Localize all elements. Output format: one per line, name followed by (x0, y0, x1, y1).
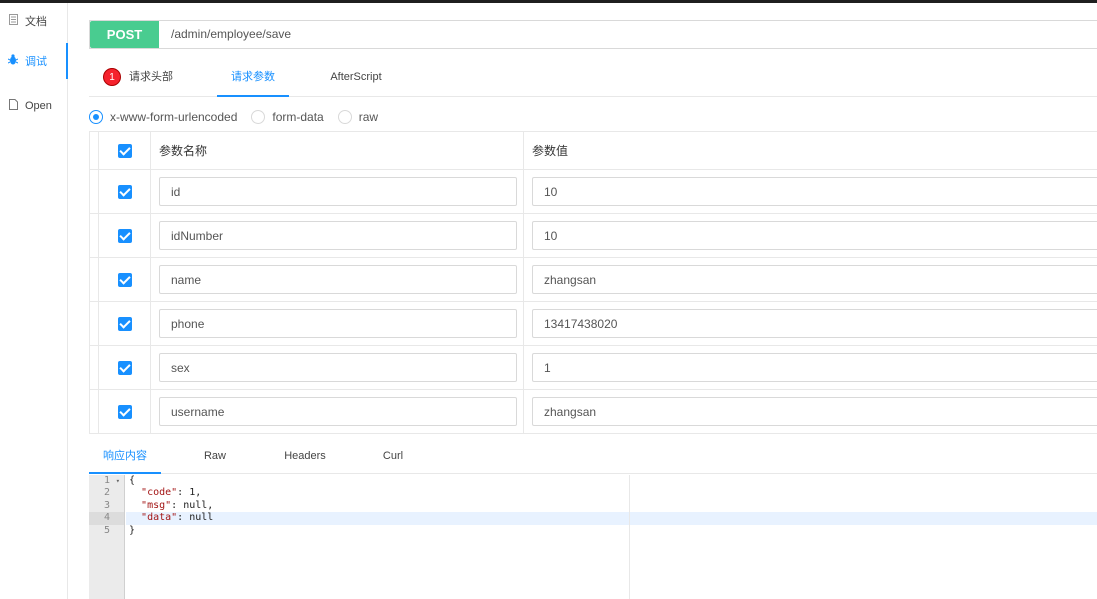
document-icon (7, 14, 19, 28)
radio-form-data[interactable]: form-data (251, 110, 324, 124)
tab-request-params[interactable]: 请求参数 (217, 57, 289, 97)
tab-label: AfterScript (330, 71, 382, 83)
nav-item-label: 文档 (25, 16, 47, 28)
code-line: "code": 1, (126, 487, 1097, 499)
json-key: "msg" (141, 499, 172, 511)
nav-item-label: 调试 (25, 56, 47, 68)
line-number: 4 (89, 512, 124, 525)
code-content: { "code": 1, "msg": null, "data": null } (126, 475, 1097, 537)
code-line: "msg": null, (126, 500, 1097, 512)
param-value-input[interactable] (532, 397, 1097, 426)
method-button[interactable]: POST (90, 21, 159, 48)
tab-afterscript[interactable]: AfterScript (321, 57, 391, 97)
param-value-input[interactable] (532, 309, 1097, 338)
tab-request-headers[interactable]: 1 请求头部 (103, 57, 203, 97)
radio-label: form-data (272, 110, 324, 124)
json-value: : 1, (177, 487, 202, 499)
radio-label: raw (358, 110, 379, 124)
line-gutter: 1 ▾ 2 3 4 5 (89, 475, 125, 599)
param-name-input[interactable] (159, 353, 517, 382)
url-input[interactable]: /admin/employee/save (159, 21, 291, 48)
param-name-input[interactable] (159, 177, 517, 206)
params-table: 参数名称 参数值 (89, 131, 1097, 434)
app-window: 文档 调试 Open POST /admin/employee/save 1 请求… (0, 3, 1097, 599)
json-key: "code" (141, 487, 178, 499)
tab-response-content[interactable]: 响应内容 (89, 439, 161, 474)
table-row (90, 213, 1097, 257)
tab-raw[interactable]: Raw (195, 439, 235, 474)
param-name-input[interactable] (159, 221, 517, 250)
response-code-editor[interactable]: 1 ▾ 2 3 4 5 { "code": 1, "msg": null, "da… (89, 475, 1097, 599)
table-row (90, 257, 1097, 301)
param-value-input[interactable] (532, 265, 1097, 294)
col-header-name: 参数名称 (150, 132, 523, 169)
table-row (90, 345, 1097, 389)
fold-arrow-icon[interactable]: ▾ (116, 475, 120, 487)
radio-dot (251, 110, 266, 124)
tab-label: 请求头部 (129, 71, 173, 83)
row-checkbox[interactable] (117, 184, 132, 199)
nav-item-debug[interactable]: 调试 (0, 43, 68, 79)
bug-icon (7, 54, 19, 68)
tab-curl[interactable]: Curl (373, 439, 413, 474)
tab-label: 请求参数 (231, 71, 275, 83)
radio-dot (337, 110, 352, 124)
row-checkbox[interactable] (117, 360, 132, 375)
url-bar: POST /admin/employee/save (89, 20, 1097, 49)
print-margin (629, 475, 630, 599)
file-icon (7, 99, 19, 113)
code-line: "data": null (126, 512, 1097, 525)
line-number: 3 (103, 499, 110, 511)
radio-dot (89, 110, 103, 124)
json-value: : null (177, 512, 214, 524)
json-value: : null, (171, 499, 214, 511)
radio-urlencoded[interactable]: x-www-form-urlencoded (89, 110, 237, 124)
param-value-input[interactable] (532, 221, 1097, 250)
radio-raw[interactable]: raw (337, 110, 379, 124)
response-tabs: 响应内容 Raw Headers Curl (89, 439, 1097, 474)
row-checkbox[interactable] (117, 272, 132, 287)
body-type-radio-group: x-www-form-urlencoded form-data raw (89, 107, 392, 127)
line-number: 5 (103, 524, 110, 536)
tab-headers[interactable]: Headers (275, 439, 335, 474)
table-row (90, 301, 1097, 345)
code-line: { (129, 475, 136, 486)
json-key: "data" (141, 512, 178, 524)
nav-item-open[interactable]: Open (0, 88, 68, 124)
row-checkbox[interactable] (117, 228, 132, 243)
param-value-input[interactable] (532, 177, 1097, 206)
left-nav: 文档 调试 Open (0, 3, 68, 599)
headers-count-badge: 1 (103, 68, 121, 87)
request-tabs: 1 请求头部 请求参数 AfterScript (89, 57, 1097, 97)
table-row (90, 389, 1097, 433)
param-name-input[interactable] (159, 309, 517, 338)
main-panel: POST /admin/employee/save 1 请求头部 请求参数 Aft… (68, 3, 1097, 599)
row-checkbox[interactable] (117, 404, 132, 419)
param-value-input[interactable] (532, 353, 1097, 382)
nav-item-docs[interactable]: 文档 (0, 3, 68, 39)
line-number: 1 ▾ (103, 475, 120, 487)
code-line: } (129, 524, 136, 536)
param-name-input[interactable] (159, 265, 517, 294)
param-name-input[interactable] (159, 397, 517, 426)
radio-label: x-www-form-urlencoded (110, 110, 238, 124)
col-header-value: 参数值 (523, 132, 1097, 169)
select-all-checkbox[interactable] (117, 143, 132, 158)
table-header-row: 参数名称 参数值 (90, 132, 1097, 169)
table-row (90, 169, 1097, 213)
line-number: 2 (103, 487, 110, 499)
nav-item-label: Open (25, 100, 52, 112)
row-checkbox[interactable] (117, 316, 132, 331)
